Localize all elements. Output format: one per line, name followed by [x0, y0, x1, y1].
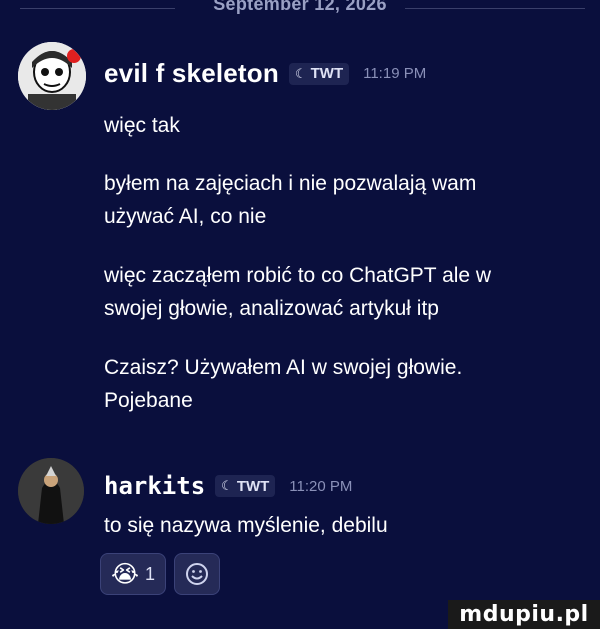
moon-icon: ☾ — [294, 65, 307, 81]
avatar[interactable] — [18, 458, 84, 524]
watermark: mdupiu.pl — [448, 600, 600, 629]
timestamp[interactable]: 11:20 PM — [289, 478, 352, 495]
message-line: więc tak — [104, 114, 180, 137]
message-line: Pojebane — [104, 389, 193, 412]
harkits-avatar-image — [18, 458, 84, 524]
date-divider-text: September 12, 2026 — [213, 0, 387, 14]
crying-face-icon: 😭 — [111, 560, 140, 588]
divider-line-right — [405, 8, 585, 9]
message-line: więc zacząłem robić to co ChatGPT ale w — [104, 264, 492, 287]
divider-line-left — [20, 8, 175, 9]
add-reaction-button[interactable] — [174, 553, 221, 595]
message-line: używać AI, co nie — [104, 205, 267, 228]
author-name[interactable]: harkits — [104, 472, 205, 500]
timestamp[interactable]: 11:19 PM — [363, 65, 426, 82]
message-line: Czaisz? Używałem AI w swojej głowie. — [104, 356, 463, 379]
message-header: evil f skeleton ☾ TWT 11:19 PM — [104, 58, 426, 89]
message-line: byłem na zajęciach i nie pozwalają wam — [104, 172, 477, 195]
moon-icon: ☾ — [221, 478, 233, 493]
message-line: to się nazywa myślenie, debilu — [104, 514, 388, 537]
skeleton-avatar-image — [18, 42, 86, 110]
server-tag[interactable]: ☾ TWT — [215, 475, 276, 497]
tag-label: TWT — [310, 65, 344, 82]
reaction-crying[interactable]: 😭 1 — [100, 553, 167, 595]
reaction-count: 1 — [145, 563, 156, 584]
reactions-bar: 😭 1 — [100, 553, 221, 595]
avatar[interactable] — [18, 42, 86, 110]
smiley-icon — [186, 563, 209, 585]
tag-label: TWT — [236, 477, 270, 495]
author-name[interactable]: evil f skeleton — [104, 58, 279, 89]
server-tag[interactable]: ☾ TWT — [288, 62, 350, 85]
message-header: harkits ☾ TWT 11:20 PM — [104, 472, 352, 500]
date-divider: September 12, 2026 — [0, 0, 600, 20]
message-line: swojej głowie, analizować artykuł itp — [104, 297, 439, 320]
